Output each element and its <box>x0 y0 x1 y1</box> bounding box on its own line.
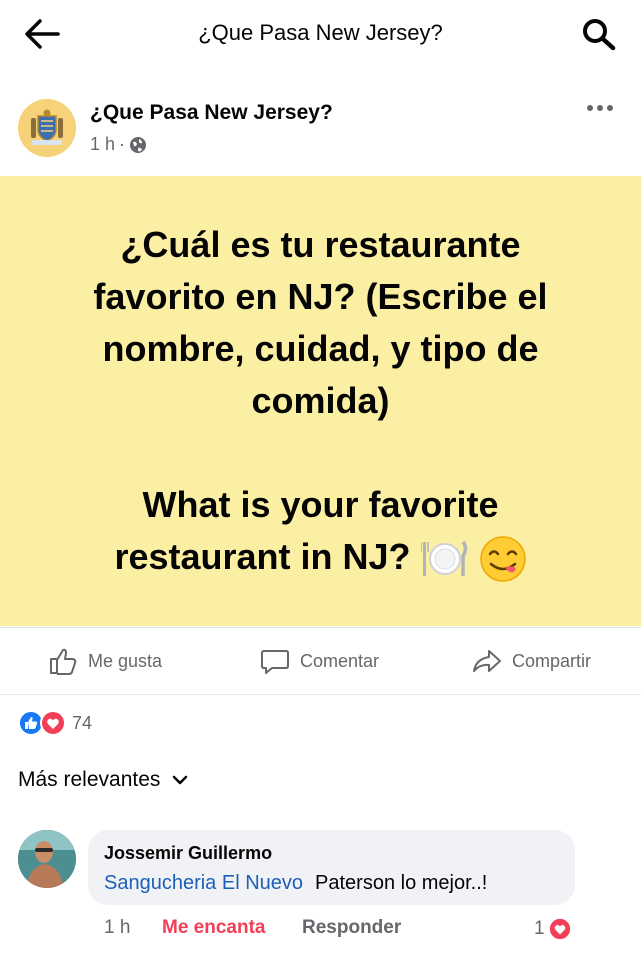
nj-seal-icon <box>18 99 76 157</box>
post-page-name[interactable]: ¿Que Pasa New Jersey? <box>90 101 333 125</box>
comment-author[interactable]: Jossemir Guillermo <box>104 843 272 864</box>
post-text-banner: ¿Cuál es tu restaurante favorito en NJ? … <box>0 176 641 626</box>
comment-mention-link[interactable]: Sangucheria El Nuevo <box>104 872 303 894</box>
post-action-bar: Me gusta Comentar Compartir <box>0 627 641 695</box>
share-label: Compartir <box>512 650 592 671</box>
banner-question-es: ¿Cuál es tu restaurante favorito en NJ? … <box>93 223 548 421</box>
reactions-summary[interactable]: 74 <box>18 710 92 736</box>
share-arrow-icon <box>473 650 501 672</box>
reactions-count: 74 <box>72 712 93 733</box>
more-options-icon[interactable] <box>585 100 615 116</box>
love-icon <box>547 917 572 941</box>
comment-button[interactable]: Comentar <box>260 646 379 676</box>
post-meta: 1 h · <box>90 134 147 155</box>
commenter-photo <box>18 830 76 888</box>
thumbs-up-icon <box>50 648 77 675</box>
comment-text: Paterson lo mejor..! <box>315 872 488 894</box>
like-button[interactable]: Me gusta <box>48 646 162 676</box>
like-label: Me gusta <box>88 650 163 671</box>
post-header: ¿Que Pasa New Jersey? 1 h · <box>0 86 641 166</box>
love-icon <box>40 710 66 736</box>
commenter-avatar[interactable] <box>18 830 76 888</box>
comment-bubble: Jossemir Guillermo Sangucheria El Nuevo P… <box>88 830 575 905</box>
top-bar: ¿Que Pasa New Jersey? <box>0 0 641 68</box>
plate-cutlery-icon <box>420 541 467 577</box>
meta-separator: · <box>119 134 126 154</box>
comment-bubble-icon <box>261 650 289 674</box>
share-button[interactable]: Compartir <box>472 646 591 676</box>
comment-text-line: Sangucheria El Nuevo Paterson lo mejor..! <box>104 872 487 895</box>
comment-reaction-count[interactable]: 1 <box>534 917 572 941</box>
page-avatar[interactable] <box>18 99 76 157</box>
yum-face-icon <box>479 536 526 582</box>
chevron-down-icon <box>173 775 188 785</box>
page-title: ¿Que Pasa New Jersey? <box>198 20 443 45</box>
comment-label: Comentar <box>300 650 380 671</box>
post-time: 1 h <box>90 134 116 154</box>
comments-sort-dropdown[interactable]: Más relevantes <box>18 768 188 792</box>
sort-label: Más relevantes <box>18 768 161 791</box>
globe-icon <box>130 136 147 153</box>
search-icon[interactable] <box>580 16 618 52</box>
comment-reaction-button[interactable]: Me encanta <box>162 917 265 939</box>
comment-reaction-count-value: 1 <box>534 918 545 939</box>
comment-time: 1 h <box>104 917 131 938</box>
banner-question-en-wrap: What is your favorite restaurant in NJ? <box>91 479 551 583</box>
comment-reply-button[interactable]: Responder <box>302 917 401 939</box>
